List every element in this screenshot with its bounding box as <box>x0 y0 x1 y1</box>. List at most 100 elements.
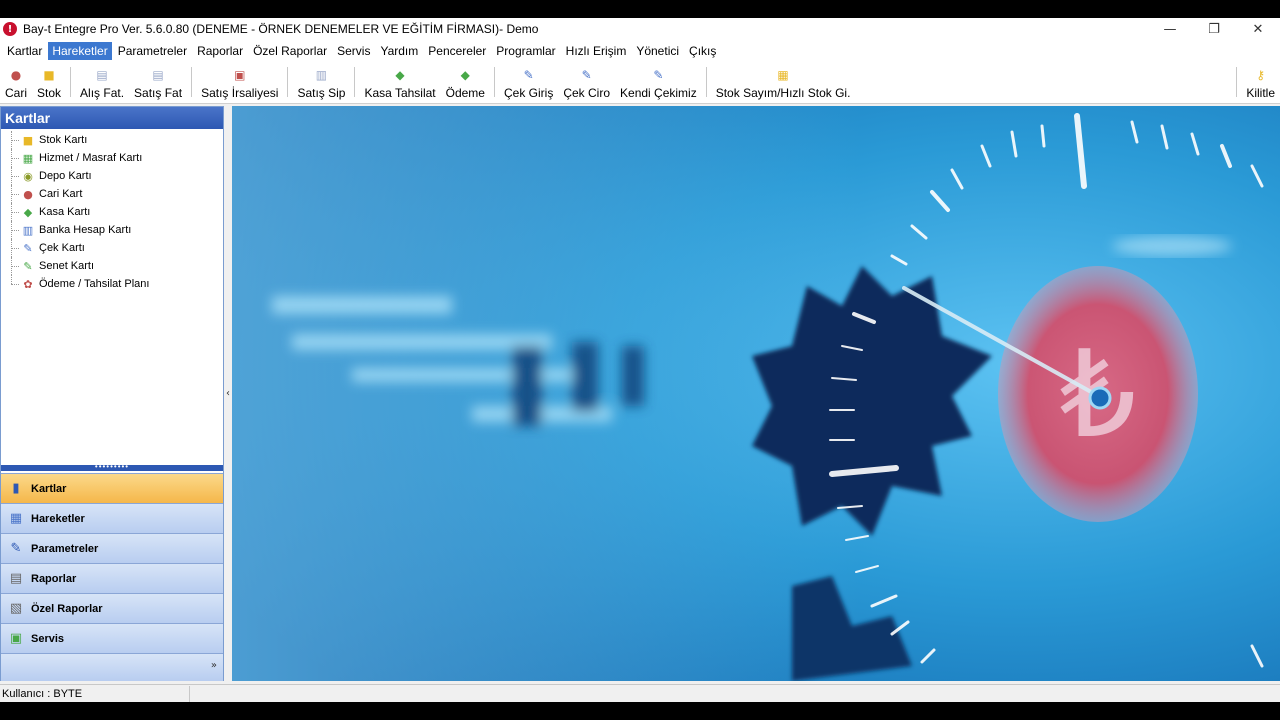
toolbar-cek-ciro-button[interactable]: ✎ Çek Ciro <box>558 61 615 103</box>
toolbar-label: Çek Giriş <box>503 86 554 100</box>
toolbar-label: Kasa Tahsilat <box>364 86 436 100</box>
cheque-icon: ✎ <box>23 241 33 255</box>
vertical-splitter[interactable]: ‹ <box>224 106 232 681</box>
nav-button-hareketler[interactable]: ▦ Hareketler <box>1 503 223 533</box>
nav-button-label: Özel Raporlar <box>31 602 103 615</box>
cards-tree: ■ Stok Kartı ▦ Hizmet / Masraf Kartı ◉ D… <box>1 129 223 293</box>
toolbar-kilitle-button[interactable]: ⚷ Kilitle <box>1241 61 1280 103</box>
toolbar-satis-fat-button[interactable]: ▤ Satış Fat <box>129 61 187 103</box>
key-icon: ⚷ <box>1256 68 1266 82</box>
toolbar-satis-irsaliyesi-button[interactable]: ▣ Satış İrsaliyesi <box>196 61 283 103</box>
document-icon: ▤ <box>152 68 164 82</box>
maximize-button[interactable]: ❐ <box>1192 18 1236 40</box>
tree-item-label: Stok Kartı <box>39 134 88 146</box>
nav-button-label: Raporlar <box>31 572 77 585</box>
toolbar-label: Satış Sip <box>297 86 346 100</box>
stok-icon: ■ <box>22 133 34 147</box>
toolbar-kendi-cekimiz-button[interactable]: ✎ Kendi Çekimiz <box>615 61 702 103</box>
menu-kartlar[interactable]: Kartlar <box>3 42 46 60</box>
toolbar-label: Ödeme <box>445 86 485 100</box>
menu-hareketler[interactable]: Hareketler <box>48 42 112 60</box>
panel-splitter[interactable]: ••••••••• <box>1 463 223 471</box>
grid-icon: ▦ <box>9 511 23 526</box>
chevron-down-icon[interactable]: » <box>211 660 217 671</box>
clock-gear-wallpaper: ₺ <box>232 106 1280 681</box>
menu-ozel-raporlar[interactable]: Özel Raporlar <box>249 42 331 60</box>
menu-bar: Kartlar Hareketler Parametreler Raporlar… <box>0 40 1280 62</box>
menu-yardim[interactable]: Yardım <box>376 42 422 60</box>
tree-item-banka-hesap-karti[interactable]: ▥ Banka Hesap Kartı <box>1 221 223 239</box>
cash-icon: ◆ <box>395 68 405 82</box>
tree-item-odeme-tahsilat-plani[interactable]: ✿ Ödeme / Tahsilat Planı <box>1 275 223 293</box>
service-icon: ▣ <box>9 631 23 646</box>
tree-item-label: Hizmet / Masraf Kartı <box>39 152 143 164</box>
toolbar-kasa-tahsilat-button[interactable]: ◆ Kasa Tahsilat <box>359 61 440 103</box>
tree-item-cari-kart[interactable]: ● Cari Kart <box>1 185 223 203</box>
toolbar-odeme-button[interactable]: ◆ Ödeme <box>441 61 490 103</box>
custom-report-icon: ▧ <box>9 601 23 616</box>
tree-item-label: Senet Kartı <box>39 260 95 272</box>
menu-hizli-erisim[interactable]: Hızlı Erişim <box>562 42 631 60</box>
toolbar: ● Cari ■ Stok ▤ Alış Fat. ▤ Satış Fat ▣ … <box>0 62 1280 104</box>
toolbar-label: Alış Fat. <box>80 86 125 100</box>
tree-item-senet-karti[interactable]: ✎ Senet Kartı <box>1 257 223 275</box>
close-button[interactable]: ✕ <box>1236 18 1280 40</box>
collapse-left-icon[interactable]: ‹ <box>226 388 230 399</box>
cash-icon: ◆ <box>23 205 33 219</box>
nav-button-servis[interactable]: ▣ Servis <box>1 623 223 653</box>
nav-buttons: ▮ Kartlar ▦ Hareketler ✎ Parametreler ▤ … <box>1 473 223 681</box>
menu-parametreler[interactable]: Parametreler <box>114 42 191 60</box>
menu-programlar[interactable]: Programlar <box>492 42 559 60</box>
app-window: ! Bay-t Entegre Pro Ver. 5.6.0.80 (DENEM… <box>0 18 1280 702</box>
document-icon: ▤ <box>96 68 108 82</box>
cheque-icon: ✎ <box>653 68 664 82</box>
toolbar-separator <box>287 67 289 97</box>
tree-item-stok-karti[interactable]: ■ Stok Kartı <box>1 131 223 149</box>
toolbar-cek-giris-button[interactable]: ✎ Çek Giriş <box>499 61 558 103</box>
cash-icon: ◆ <box>460 68 470 82</box>
nav-button-label: Parametreler <box>31 542 99 555</box>
panel-title: Kartlar <box>1 107 223 129</box>
tree-item-label: Çek Kartı <box>39 242 85 254</box>
nav-footer: » <box>1 653 223 681</box>
toolbar-stok-sayim-button[interactable]: ▦ Stok Sayım/Hızlı Stok Gi. <box>711 61 856 103</box>
tree-item-hizmet-masraf-karti[interactable]: ▦ Hizmet / Masraf Kartı <box>1 149 223 167</box>
nav-button-ozel-raporlar[interactable]: ▧ Özel Raporlar <box>1 593 223 623</box>
nav-button-kartlar[interactable]: ▮ Kartlar <box>1 473 223 503</box>
toolbar-stok-button[interactable]: ■ Stok <box>32 61 66 103</box>
tree-item-cek-karti[interactable]: ✎ Çek Kartı <box>1 239 223 257</box>
menu-yonetici[interactable]: Yönetici <box>632 42 683 60</box>
nav-button-label: Hareketler <box>31 512 85 525</box>
nav-button-parametreler[interactable]: ✎ Parametreler <box>1 533 223 563</box>
cheque-icon: ✎ <box>581 68 592 82</box>
minimize-button[interactable]: — <box>1148 18 1192 40</box>
toolbar-label: Cari <box>5 86 28 100</box>
menu-raporlar[interactable]: Raporlar <box>193 42 247 60</box>
toolbar-label: Stok <box>37 86 62 100</box>
toolbar-satis-sip-button[interactable]: ▥ Satış Sip <box>292 61 350 103</box>
toolbar-alis-fat-button[interactable]: ▤ Alış Fat. <box>75 61 129 103</box>
toolbar-label: Çek Ciro <box>563 86 611 100</box>
tree-item-label: Kasa Kartı <box>39 206 91 218</box>
menu-pencereler[interactable]: Pencereler <box>424 42 490 60</box>
tree-item-kasa-karti[interactable]: ◆ Kasa Kartı <box>1 203 223 221</box>
order-icon: ▥ <box>315 68 328 82</box>
toolbar-cari-button[interactable]: ● Cari <box>0 61 32 103</box>
nav-button-raporlar[interactable]: ▤ Raporlar <box>1 563 223 593</box>
toolbar-label: Kilitle <box>1246 86 1275 100</box>
bank-icon: ▥ <box>22 223 34 237</box>
title-bar[interactable]: ! Bay-t Entegre Pro Ver. 5.6.0.80 (DENEM… <box>0 18 1280 40</box>
screen-top-bar <box>0 0 1280 18</box>
printer-icon: ▤ <box>9 571 23 586</box>
stok-icon: ■ <box>43 68 55 82</box>
cheque-icon: ✎ <box>523 68 534 82</box>
toolbar-separator <box>1236 67 1238 97</box>
toolbar-separator <box>191 67 193 97</box>
menu-servis[interactable]: Servis <box>333 42 374 60</box>
tree-item-depo-karti[interactable]: ◉ Depo Kartı <box>1 167 223 185</box>
window-title: Bay-t Entegre Pro Ver. 5.6.0.80 (DENEME … <box>23 22 539 36</box>
app-logo-icon[interactable]: ! <box>3 22 17 36</box>
menu-cikis[interactable]: Çıkış <box>685 42 720 60</box>
toolbar-separator <box>705 67 707 97</box>
cari-icon: ● <box>23 187 33 201</box>
